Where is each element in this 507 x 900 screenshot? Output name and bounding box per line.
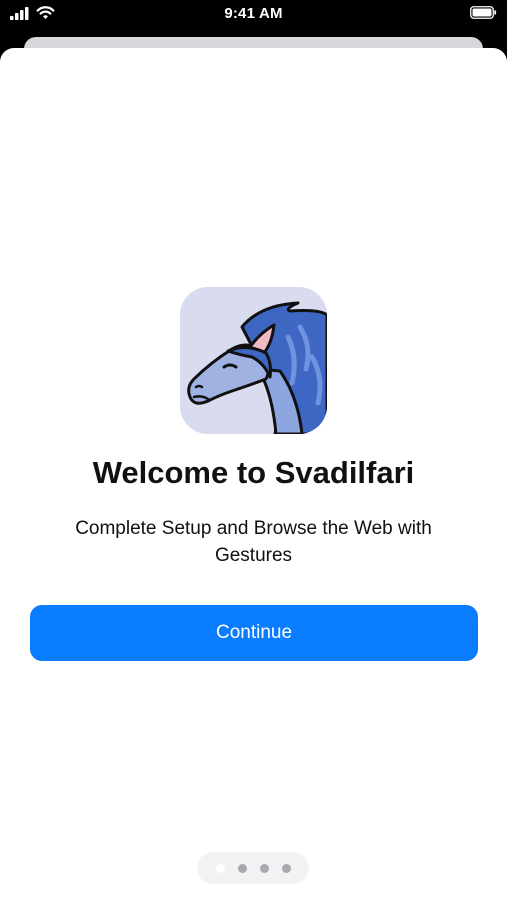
welcome-subtitle: Complete Setup and Browse the Web with G… xyxy=(75,518,432,566)
page-dot-1[interactable] xyxy=(215,863,225,873)
page-indicator[interactable] xyxy=(197,852,309,884)
horse-app-icon xyxy=(180,287,327,434)
page-dot-2[interactable] xyxy=(237,863,247,873)
battery-icon xyxy=(470,6,497,19)
welcome-title: Welcome to Svadilfari xyxy=(92,455,415,490)
status-time: 9:41 AM xyxy=(224,5,283,22)
continue-button[interactable]: Continue xyxy=(30,605,478,661)
status-bar: 9:41 AM xyxy=(0,0,507,32)
page-dot-3[interactable] xyxy=(259,863,269,873)
page-dot-4[interactable] xyxy=(281,863,291,873)
status-right xyxy=(470,6,497,24)
